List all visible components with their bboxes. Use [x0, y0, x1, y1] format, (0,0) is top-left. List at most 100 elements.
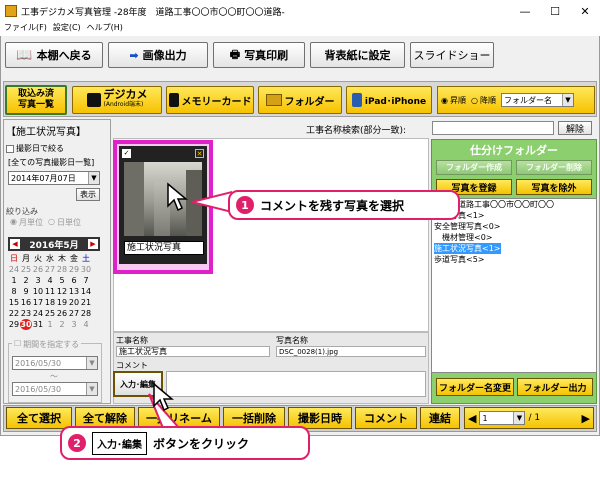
next-page-icon[interactable]: ▶ [582, 412, 590, 425]
calendar-day[interactable]: 4 [44, 275, 56, 286]
calendar-day[interactable]: 9 [20, 286, 32, 297]
delete-folder-button[interactable]: フォルダー削除 [516, 160, 592, 175]
next-month-button[interactable]: ▶ [88, 239, 98, 249]
back-to-shelf-button[interactable]: 📖 本棚へ戻る [5, 42, 103, 68]
prev-month-button[interactable]: ◀ [10, 239, 20, 249]
calendar-day[interactable]: 1 [8, 275, 20, 286]
calendar-day[interactable]: 7 [80, 275, 92, 286]
print-photo-button[interactable]: 🖶 写真印刷 [213, 42, 305, 68]
digicam-label-group: デジカメ (Android端末) [103, 88, 148, 108]
menu-file[interactable]: ファイル(F) [4, 22, 47, 36]
weekday-sat: 土 [82, 254, 90, 263]
calendar-day[interactable]: 13 [68, 286, 80, 297]
calendar-day[interactable]: 18 [44, 297, 56, 308]
calendar-day[interactable]: 24 [8, 264, 20, 275]
range-to-select[interactable]: 2016/05/30 ▼ [12, 382, 98, 396]
calendar-day[interactable]: 28 [56, 264, 68, 275]
calendar-day[interactable]: 17 [32, 297, 44, 308]
remove-photo-button[interactable]: 写真を除外 [516, 179, 592, 195]
photo-checkbox[interactable]: ✓ [122, 149, 131, 158]
calendar-day[interactable]: 15 [8, 297, 20, 308]
photo-close-icon[interactable]: ✕ [195, 149, 204, 158]
calendar-day[interactable]: 21 [80, 297, 92, 308]
calendar-day[interactable]: 10 [32, 286, 44, 297]
search-input[interactable] [432, 121, 554, 135]
calendar-day[interactable]: 19 [56, 297, 68, 308]
range-from-select[interactable]: 2016/05/30 ▼ [12, 356, 98, 370]
cover-setting-button[interactable]: 背表紙に設定 [310, 42, 405, 68]
close-button[interactable]: ✕ [570, 5, 600, 18]
create-folder-button[interactable]: フォルダー作成 [436, 160, 512, 175]
tree-item-equipment[interactable]: 機材管理<0> [434, 232, 596, 243]
calendar-day[interactable]: 14 [80, 286, 92, 297]
book-icon: 📖 [16, 47, 33, 63]
calendar-header: ◀ 2016年5月 ▶ [8, 237, 100, 251]
calendar-day[interactable]: 11 [44, 286, 56, 297]
rename-folder-button[interactable]: フォルダー名変更 [436, 378, 514, 396]
calendar-day[interactable]: 23 [20, 308, 32, 319]
calendar-day[interactable]: 24 [32, 308, 44, 319]
date-filter-checkbox[interactable] [6, 144, 14, 153]
calendar-day[interactable]: 2 [20, 275, 32, 286]
project-name-label: 工事名称 [116, 336, 148, 345]
folder-button[interactable]: フォルダー [258, 86, 342, 114]
step-1-number: 1 [236, 196, 254, 214]
calendar-day-selected[interactable]: 30 [20, 319, 32, 330]
calendar-day[interactable]: 26 [32, 264, 44, 275]
digicam-button[interactable]: デジカメ (Android端末) [72, 86, 162, 114]
calendar-day[interactable]: 3 [68, 319, 80, 330]
export-image-button[interactable]: ➡ 画像出力 [108, 42, 208, 68]
sort-asc-radio[interactable]: ◉ [441, 96, 448, 105]
by-day-radio[interactable]: ○ [48, 217, 55, 228]
sort-desc-radio[interactable]: ○ [471, 96, 478, 105]
calendar-day[interactable]: 27 [44, 264, 56, 275]
calendar-day[interactable]: 26 [56, 308, 68, 319]
calendar-day[interactable]: 25 [44, 308, 56, 319]
imported-list-button[interactable]: 取込み済 写真一覧 [5, 85, 67, 115]
maximize-button[interactable]: ☐ [540, 5, 570, 18]
calendar-day[interactable]: 22 [8, 308, 20, 319]
menu-settings[interactable]: 設定(C) [53, 22, 81, 36]
mouse-cursor-icon [153, 382, 174, 412]
date-select[interactable]: 2014年07月07日 ▼ [8, 171, 100, 185]
page-select[interactable]: 1 ▼ [479, 411, 526, 425]
calendar-day[interactable]: 31 [32, 319, 44, 330]
calendar-day[interactable]: 5 [56, 275, 68, 286]
calendar-day[interactable]: 27 [68, 308, 80, 319]
sort-field-select[interactable]: フォルダー名 ▼ [500, 93, 574, 107]
join-button[interactable]: 連結 [420, 407, 460, 429]
calendar-day[interactable]: 29 [8, 319, 20, 330]
export-folder-button[interactable]: フォルダー出力 [517, 378, 593, 396]
ipad-iphone-button[interactable]: iPad･iPhone [346, 86, 432, 114]
tree-item-safety[interactable]: 安全管理写真<0> [434, 221, 596, 232]
range-checkbox[interactable]: ☐ [14, 339, 21, 350]
minimize-button[interactable]: — [510, 5, 540, 18]
comment-field[interactable] [166, 371, 426, 397]
calendar-day[interactable]: 20 [68, 297, 80, 308]
tree-item-construction-selected[interactable]: 施工状況写真<1> [434, 243, 501, 254]
calendar-day[interactable]: 3 [32, 275, 44, 286]
search-clear-button[interactable]: 解除 [558, 121, 592, 135]
comment-button[interactable]: コメント [355, 407, 417, 429]
project-name-value: 施工状況写真 [116, 346, 270, 357]
calendar-day[interactable]: 25 [20, 264, 32, 275]
calendar-day[interactable]: 8 [8, 286, 20, 297]
select-all-button[interactable]: 全て選択 [6, 407, 72, 429]
by-month-radio[interactable]: ◉ [10, 217, 17, 228]
slideshow-button[interactable]: スライドショー [410, 42, 494, 68]
prev-page-icon[interactable]: ◀ [468, 412, 476, 425]
calendar-day[interactable]: 6 [68, 275, 80, 286]
calendar-day[interactable]: 12 [56, 286, 68, 297]
show-button[interactable]: 表示 [76, 188, 100, 201]
memory-card-button[interactable]: メモリーカード [166, 86, 254, 114]
calendar-day[interactable]: 4 [80, 319, 92, 330]
calendar-day[interactable]: 1 [44, 319, 56, 330]
tree-item-sidewalk[interactable]: 歩道写真<5> [434, 254, 596, 265]
calendar-day[interactable]: 16 [20, 297, 32, 308]
calendar-day[interactable]: 2 [56, 319, 68, 330]
calendar-day[interactable]: 30 [80, 264, 92, 275]
weekday-thu: 木 [58, 254, 66, 263]
calendar-day[interactable]: 28 [80, 308, 92, 319]
menu-help[interactable]: ヘルプ(H) [87, 22, 123, 36]
calendar-day[interactable]: 29 [68, 264, 80, 275]
